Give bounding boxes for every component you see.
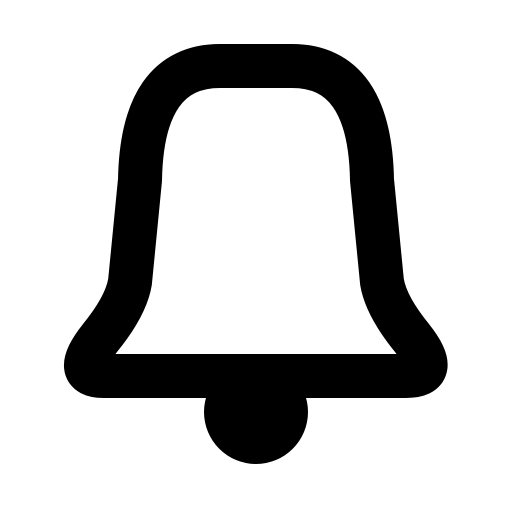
bell-body bbox=[64, 44, 448, 398]
icon-canvas bbox=[0, 0, 512, 512]
bell-icon bbox=[64, 44, 448, 464]
